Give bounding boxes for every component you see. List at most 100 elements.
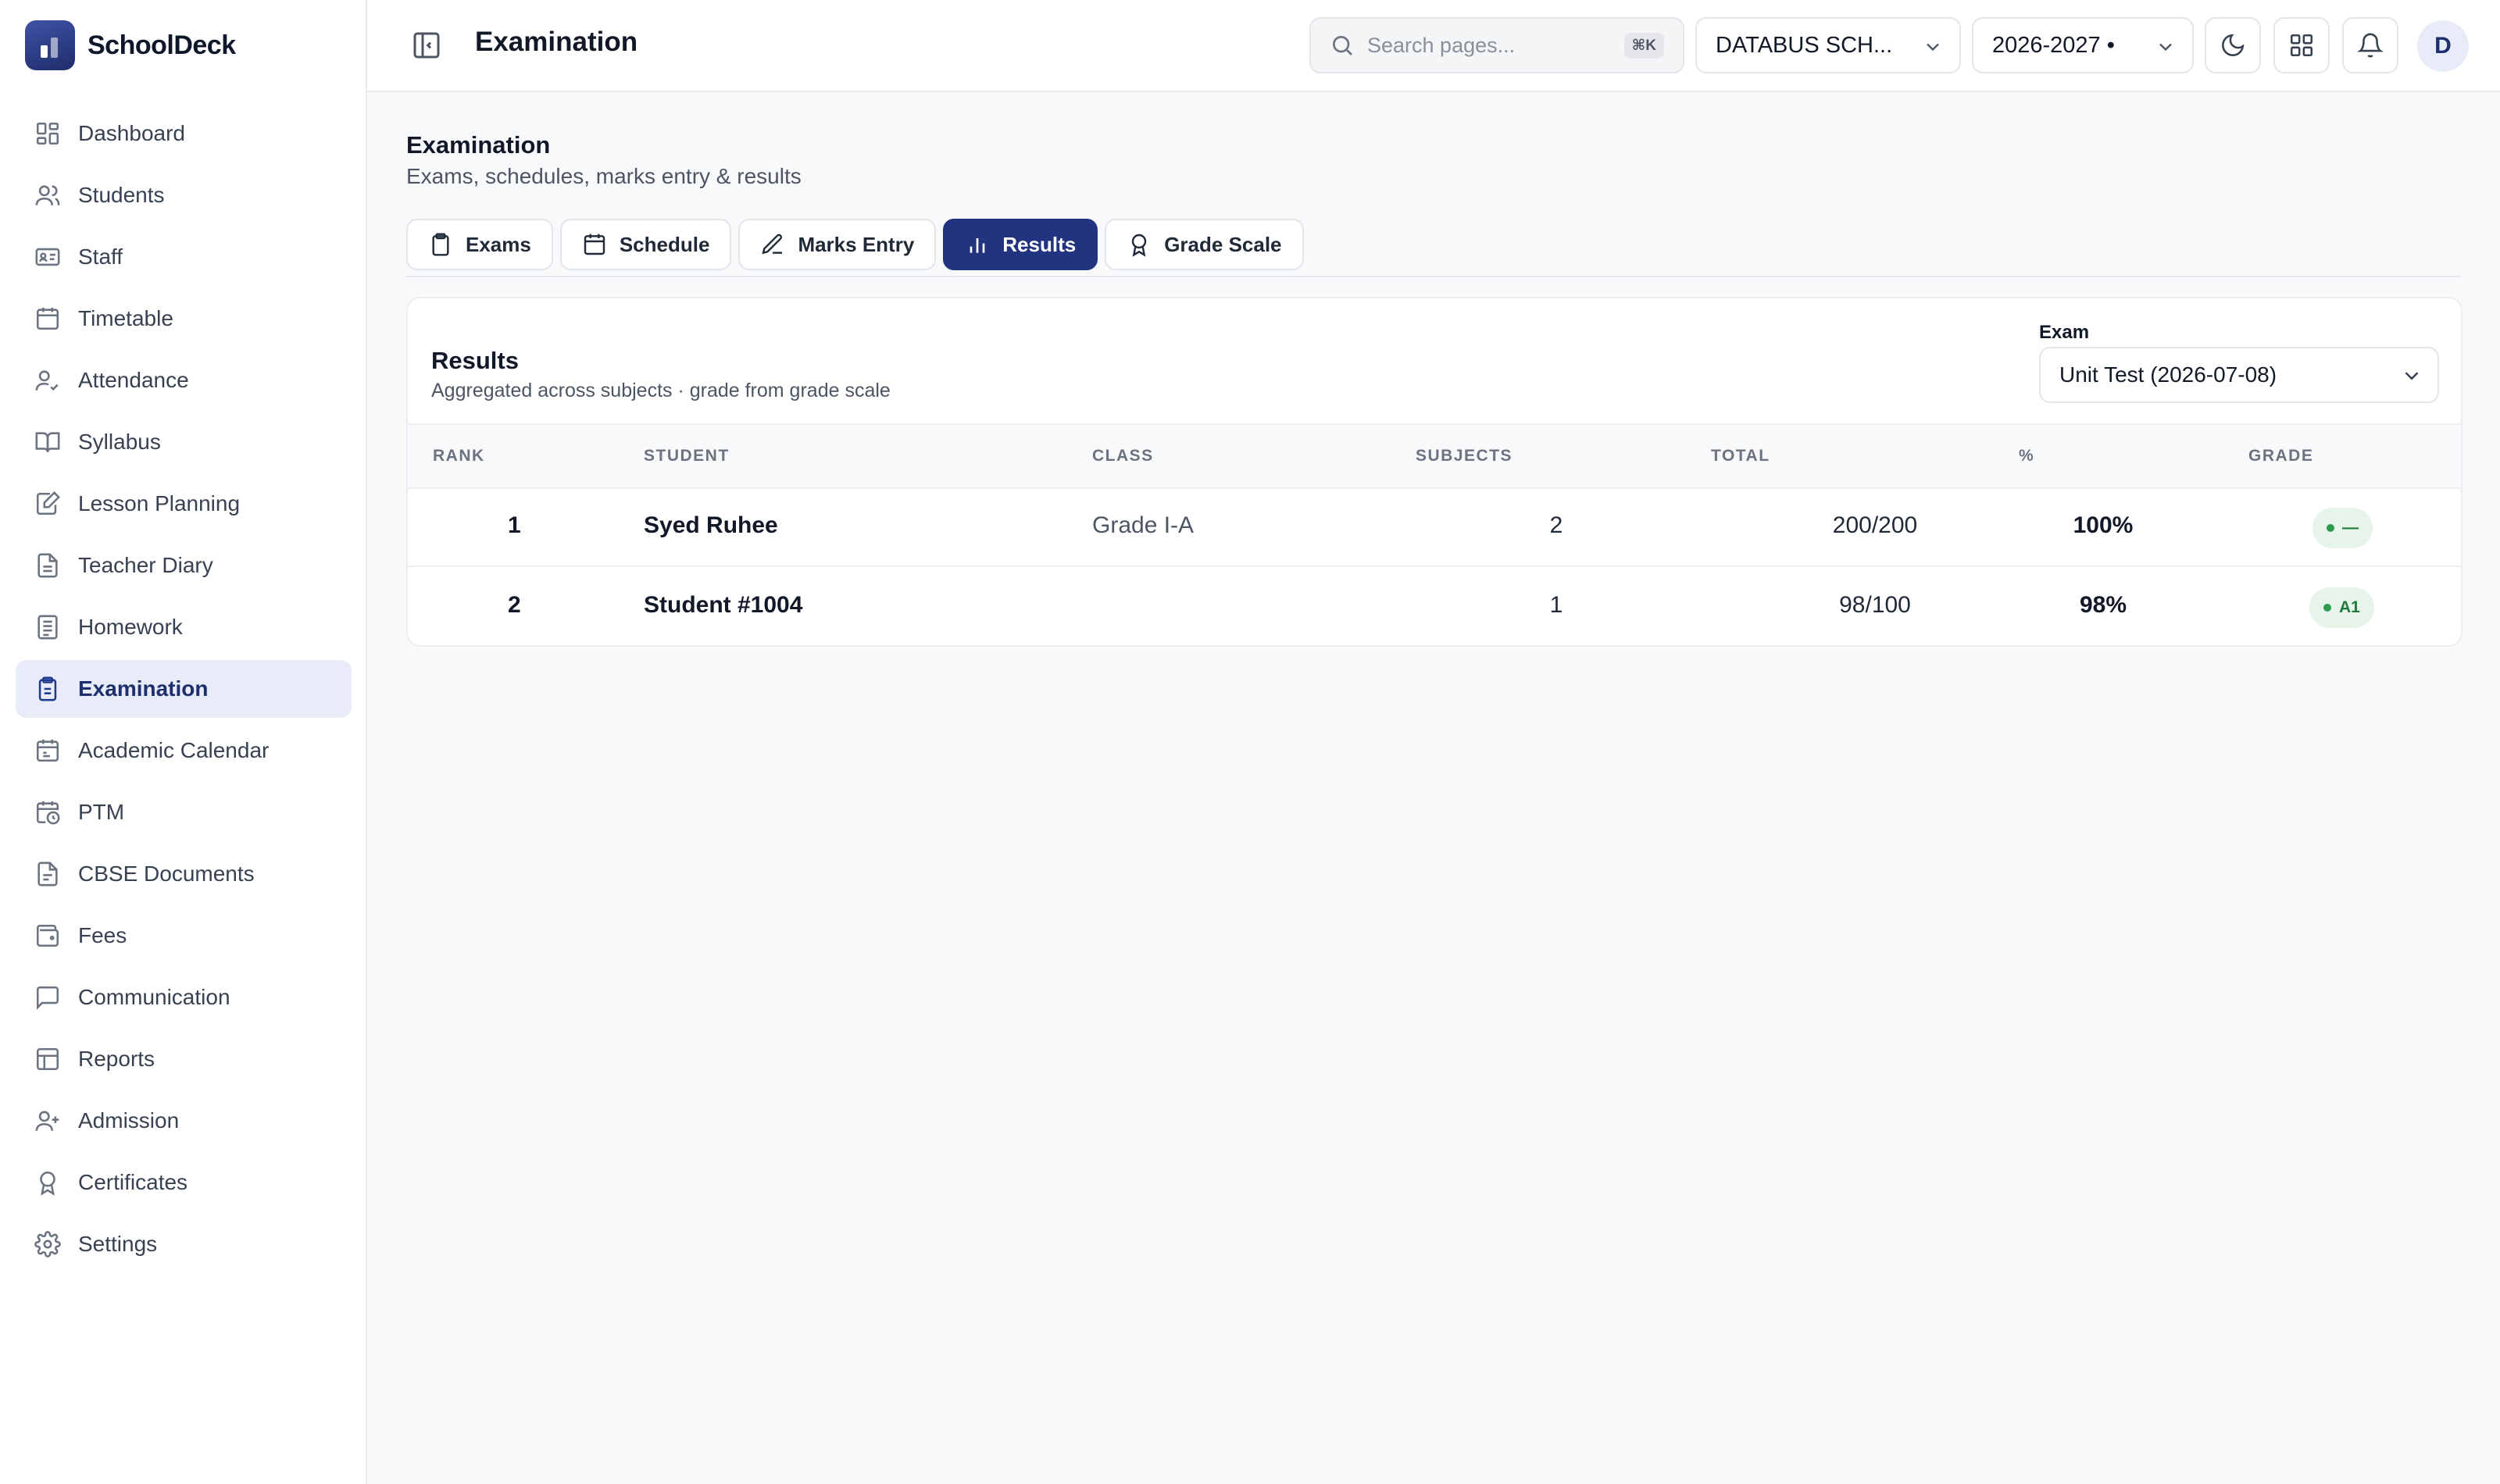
academic-year-value: 2026-2027 • [1992,32,2115,58]
results-title: Results [431,347,519,374]
sidebar-item-label: Reports [78,1047,155,1071]
grade-value: A1 [2339,598,2360,616]
chevron-down-icon [2159,43,2172,52]
list-doc-icon [38,615,58,640]
exam-tabs: Exams Schedule Marks Entry Results Grade… [406,219,1311,270]
results-table-header: RANK STUDENT CLASS SUBJECTS TOTAL % GRAD… [408,423,2461,489]
topbar-title: Examination [475,27,638,57]
total-cell: 200/200 [1832,512,1918,538]
sidebar-item-ptm[interactable]: PTM [16,783,352,841]
search-icon [1333,36,1352,55]
wallet-icon [36,924,59,947]
tab-label: Results [1002,232,1077,256]
users-icon [35,185,60,205]
sidebar-item-cbse-documents[interactable]: CBSE Documents [16,845,352,903]
search-shortcut-badge: ⌘K [1623,32,1664,59]
search-input[interactable]: Search pages... ⌘K [1309,17,1684,73]
tab-results[interactable]: Results [943,219,1098,270]
column-header-rank: RANK [433,447,485,465]
sidebar-item-teacher-diary[interactable]: Teacher Diary [16,537,352,594]
column-header-percent: % [2019,447,2035,465]
class-cell: Grade I-A [1092,512,1195,538]
bell-icon [2357,33,2384,58]
sidebar-toggle-icon[interactable] [411,30,442,61]
subjects-cell: 2 [1549,512,1563,538]
document-icon [38,862,58,886]
calendar-clock-icon [36,801,60,825]
chevron-down-icon [1927,43,1939,52]
sidebar-nav: Dashboard Students Staff Timetable Atten… [16,105,352,1277]
sidebar-item-timetable[interactable]: Timetable [16,290,352,348]
results-card: Results Aggregated across subjects · gra… [406,297,2462,647]
percent-cell: 98% [2079,592,2127,618]
sidebar-item-fees[interactable]: Fees [16,907,352,965]
column-header-grade: GRADE [2248,447,2314,465]
sidebar-item-label: Lesson Planning [78,491,241,515]
sidebar-item-certificates[interactable]: Certificates [16,1154,352,1211]
sidebar-item-admission[interactable]: Admission [16,1092,352,1150]
brand[interactable]: SchoolDeck [25,20,236,70]
table-row[interactable]: 2 Student #1004 1 98/100 98% A1 [408,569,2461,645]
apps-button[interactable] [2273,17,2330,73]
column-header-total: TOTAL [1711,447,1770,465]
sidebar-item-label: Fees [78,923,127,947]
sidebar-item-examination[interactable]: Examination [16,660,352,718]
school-select-value: DATABUS SCH... [1716,32,1893,58]
sidebar-item-label: Examination [78,676,209,701]
notifications-button[interactable] [2342,17,2398,73]
sidebar-item-label: Homework [78,615,183,639]
academic-year-select[interactable]: 2026-2027 • [1972,17,2194,73]
tab-schedule[interactable]: Schedule [559,219,732,270]
calendar-icon [584,234,605,255]
results-subtitle: Aggregated across subjects · grade from … [431,380,891,401]
table-icon [36,1047,59,1071]
dashboard-icon [36,122,59,145]
award-icon [1132,234,1147,257]
tab-label: Exams [466,232,531,256]
tabs-divider [406,276,2461,277]
tab-label: Grade Scale [1164,232,1282,256]
app-name: SchoolDeck [88,30,236,60]
grade-value: — [2342,519,2359,537]
sidebar-item-staff[interactable]: Staff [16,228,352,286]
theme-toggle-button[interactable] [2205,17,2261,73]
sidebar-item-label: Dashboard [78,121,185,145]
sidebar-item-label: Attendance [78,368,189,392]
user-avatar[interactable]: D [2417,20,2469,72]
app-logo-icon [25,20,75,70]
sidebar-item-dashboard[interactable]: Dashboard [16,105,352,162]
tab-grade-scale[interactable]: Grade Scale [1105,219,1304,270]
award-icon [40,1171,55,1196]
sidebar-item-syllabus[interactable]: Syllabus [16,413,352,471]
file-text-icon [38,553,58,578]
page-title: Examination [406,131,551,159]
sidebar-item-reports[interactable]: Reports [16,1030,352,1088]
sidebar-item-settings[interactable]: Settings [16,1215,352,1273]
sidebar-item-label: Staff [78,244,123,269]
school-select[interactable]: DATABUS SCH... [1695,17,1961,73]
table-row[interactable]: 1 Syed Ruhee Grade I-A 2 200/200 100% — [408,489,2461,567]
sidebar-item-students[interactable]: Students [16,166,352,224]
sidebar-item-lesson-planning[interactable]: Lesson Planning [16,475,352,533]
sidebar-item-homework[interactable]: Homework [16,598,352,656]
search-placeholder: Search pages... [1367,33,1516,57]
exam-select-label: Exam [2039,322,2090,343]
sidebar-item-academic-calendar[interactable]: Academic Calendar [16,722,352,779]
grade-dot-icon [2327,524,2334,532]
sidebar-item-communication[interactable]: Communication [16,969,352,1026]
sidebar-item-label: Settings [78,1232,158,1256]
exam-select[interactable]: Unit Test (2026-07-08) [2039,347,2439,403]
subjects-cell: 1 [1549,592,1563,618]
chevron-down-icon [2405,372,2419,380]
bar-chart-icon [970,238,985,253]
student-cell: Student #1004 [644,592,803,618]
sidebar-item-attendance[interactable]: Attendance [16,351,352,409]
moon-icon [2222,34,2245,56]
sidebar-item-label: CBSE Documents [78,862,255,886]
rank-cell: 2 [508,592,521,618]
tab-marks-entry[interactable]: Marks Entry [738,219,937,270]
page-subtitle: Exams, schedules, marks entry & results [406,164,802,188]
grade-dot-icon [2323,604,2331,612]
sidebar-item-label: Syllabus [78,430,161,454]
tab-exams[interactable]: Exams [406,219,553,270]
